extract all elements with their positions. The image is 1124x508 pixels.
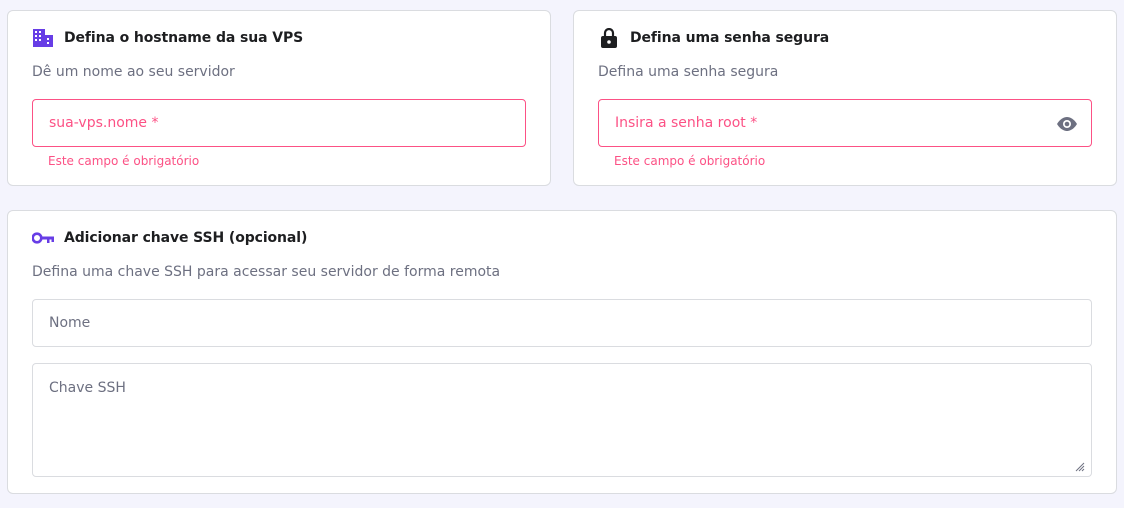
ssh-name-placeholder: Nome xyxy=(49,315,91,331)
lock-icon xyxy=(598,27,620,49)
hostname-placeholder: sua-vps.nome * xyxy=(49,115,159,131)
resize-handle-icon[interactable] xyxy=(1075,460,1085,472)
hostname-error: Este campo é obrigatório xyxy=(48,154,200,168)
ssh-card-header: Adicionar chave SSH (opcional) xyxy=(32,227,307,249)
password-placeholder: Insira a senha root * xyxy=(615,115,758,131)
password-error: Este campo é obrigatório xyxy=(614,154,766,168)
hostname-subtitle: Dê um nome ao seu servidor xyxy=(32,64,235,80)
password-subtitle: Defina uma senha segura xyxy=(598,64,779,80)
password-title: Defina uma senha segura xyxy=(630,30,830,46)
ssh-name-input[interactable]: Nome xyxy=(32,299,1092,347)
password-input[interactable]: Insira a senha root * xyxy=(598,99,1092,147)
ssh-subtitle: Defina uma chave SSH para acessar seu se… xyxy=(32,264,501,280)
hostname-title: Defina o hostname da sua VPS xyxy=(64,30,304,46)
hostname-card-header: Defina o hostname da sua VPS xyxy=(32,27,303,49)
key-icon xyxy=(32,227,54,249)
hostname-input[interactable]: sua-vps.nome * xyxy=(32,99,526,147)
ssh-key-placeholder: Chave SSH xyxy=(49,380,126,396)
ssh-card: Adicionar chave SSH (opcional) Defina um… xyxy=(7,210,1117,494)
hostname-card: Defina o hostname da sua VPS Dê um nome … xyxy=(7,10,551,186)
password-card-header: Defina uma senha segura xyxy=(598,27,829,49)
ssh-title: Adicionar chave SSH (opcional) xyxy=(64,230,308,246)
password-card: Defina uma senha segura Defina uma senha… xyxy=(573,10,1117,186)
ssh-key-textarea[interactable]: Chave SSH xyxy=(32,363,1092,477)
eye-icon[interactable] xyxy=(1055,113,1079,135)
building-icon xyxy=(32,27,54,49)
